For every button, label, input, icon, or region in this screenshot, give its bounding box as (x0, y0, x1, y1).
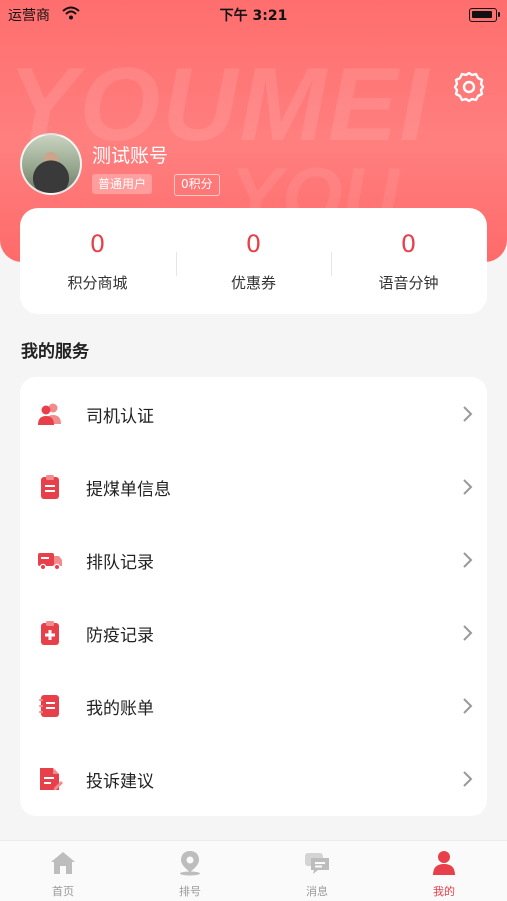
stat-label: 优惠券 (230, 274, 276, 292)
stat-label: 语音分钟 (378, 274, 439, 292)
bottom-tab-bar: 首页 排号 消息 我的 (0, 840, 507, 901)
bill-icon (39, 695, 59, 717)
clipboard-icon (41, 475, 59, 499)
location-pin-icon (180, 851, 200, 876)
service-item-queue-records[interactable]: 排队记录 (20, 523, 487, 596)
chevron-right-icon (463, 771, 473, 787)
message-icon (305, 853, 329, 874)
service-label: 司机认证 (86, 407, 154, 427)
stat-value: 0 (400, 230, 417, 258)
points-badge: 0积分 (174, 174, 220, 196)
user-level-badge: 普通用户 (92, 174, 153, 194)
service-item-coal-bill[interactable]: 提煤单信息 (20, 450, 487, 523)
gear-icon[interactable] (452, 70, 486, 104)
stats-card: 0 积分商城 0 优惠券 0 语音分钟 (20, 208, 487, 314)
chevron-right-icon (463, 625, 473, 641)
tab-home[interactable]: 首页 (0, 841, 126, 901)
service-item-driver-verification[interactable]: 司机认证 (20, 377, 487, 450)
services-list: 司机认证 提煤单信息 排队记录 防疫记录 我的账单 投诉建议 (20, 377, 487, 816)
username: 测试账号 (92, 145, 169, 167)
stat-coupons[interactable]: 0 优惠券 (176, 208, 331, 314)
service-label: 防疫记录 (86, 626, 154, 646)
stat-value: 0 (89, 230, 106, 258)
home-icon (51, 852, 75, 874)
service-item-complaints[interactable]: 投诉建议 (20, 742, 487, 815)
chevron-right-icon (463, 479, 473, 495)
status-time: 下午 3:21 (219, 8, 288, 24)
truck-icon (38, 553, 62, 571)
user-icon (433, 851, 455, 875)
stat-label: 积分商城 (67, 274, 128, 292)
service-item-epidemic-records[interactable]: 防疫记录 (20, 596, 487, 669)
tab-messages[interactable]: 消息 (254, 841, 380, 901)
tab-label: 排号 (179, 885, 201, 898)
tab-mine[interactable]: 我的 (381, 841, 507, 901)
stat-voice-minutes[interactable]: 0 语音分钟 (331, 208, 486, 314)
battery-icon (469, 8, 500, 22)
avatar[interactable] (20, 133, 82, 195)
driver-users-icon (38, 403, 61, 425)
tab-label: 首页 (52, 885, 74, 898)
tab-label: 我的 (433, 885, 455, 898)
status-bar: 运营商 下午 3:21 (0, 0, 507, 30)
tab-queue-number[interactable]: 排号 (127, 841, 253, 901)
stat-value: 0 (245, 230, 262, 258)
stat-points-mall[interactable]: 0 积分商城 (20, 208, 175, 314)
tab-label: 消息 (306, 885, 328, 898)
service-label: 提煤单信息 (86, 480, 171, 500)
chevron-right-icon (463, 406, 473, 422)
section-title: 我的服务 (21, 342, 89, 362)
service-label: 排队记录 (86, 553, 154, 573)
chevron-right-icon (463, 552, 473, 568)
document-edit-icon (40, 768, 63, 790)
chevron-right-icon (463, 698, 473, 714)
medical-clipboard-icon (41, 621, 59, 645)
service-label: 投诉建议 (86, 772, 154, 792)
service-label: 我的账单 (86, 699, 154, 719)
service-item-my-bills[interactable]: 我的账单 (20, 669, 487, 742)
